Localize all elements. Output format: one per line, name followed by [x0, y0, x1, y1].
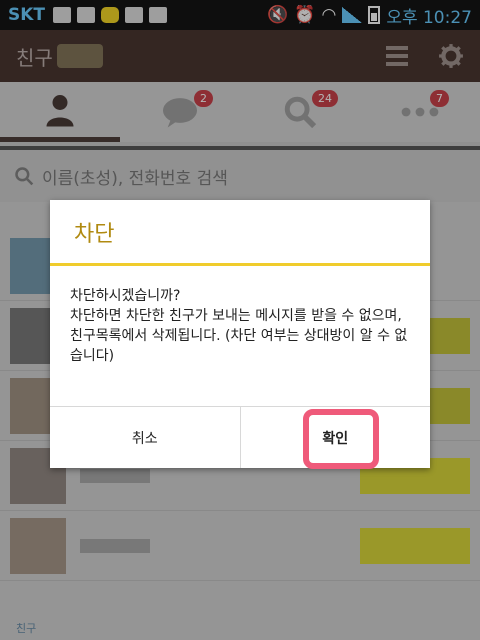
cancel-button-label: 취소 — [131, 430, 158, 447]
annotation-highlight — [302, 409, 379, 469]
cancel-button[interactable]: 취소 — [50, 407, 240, 468]
block-dialog: 차단 차단하시겠습니까? 차단하면 차단한 친구가 보내는 메시지를 받을 수 … — [50, 200, 430, 469]
dialog-message: 차단하시겠습니까? 차단하면 차단한 친구가 보내는 메시지를 받을 수 없으며… — [70, 288, 408, 364]
dialog-buttons: 취소 확인 — [50, 406, 430, 469]
dialog-title: 차단 — [50, 200, 430, 266]
confirm-button[interactable]: 확인 — [239, 407, 430, 469]
